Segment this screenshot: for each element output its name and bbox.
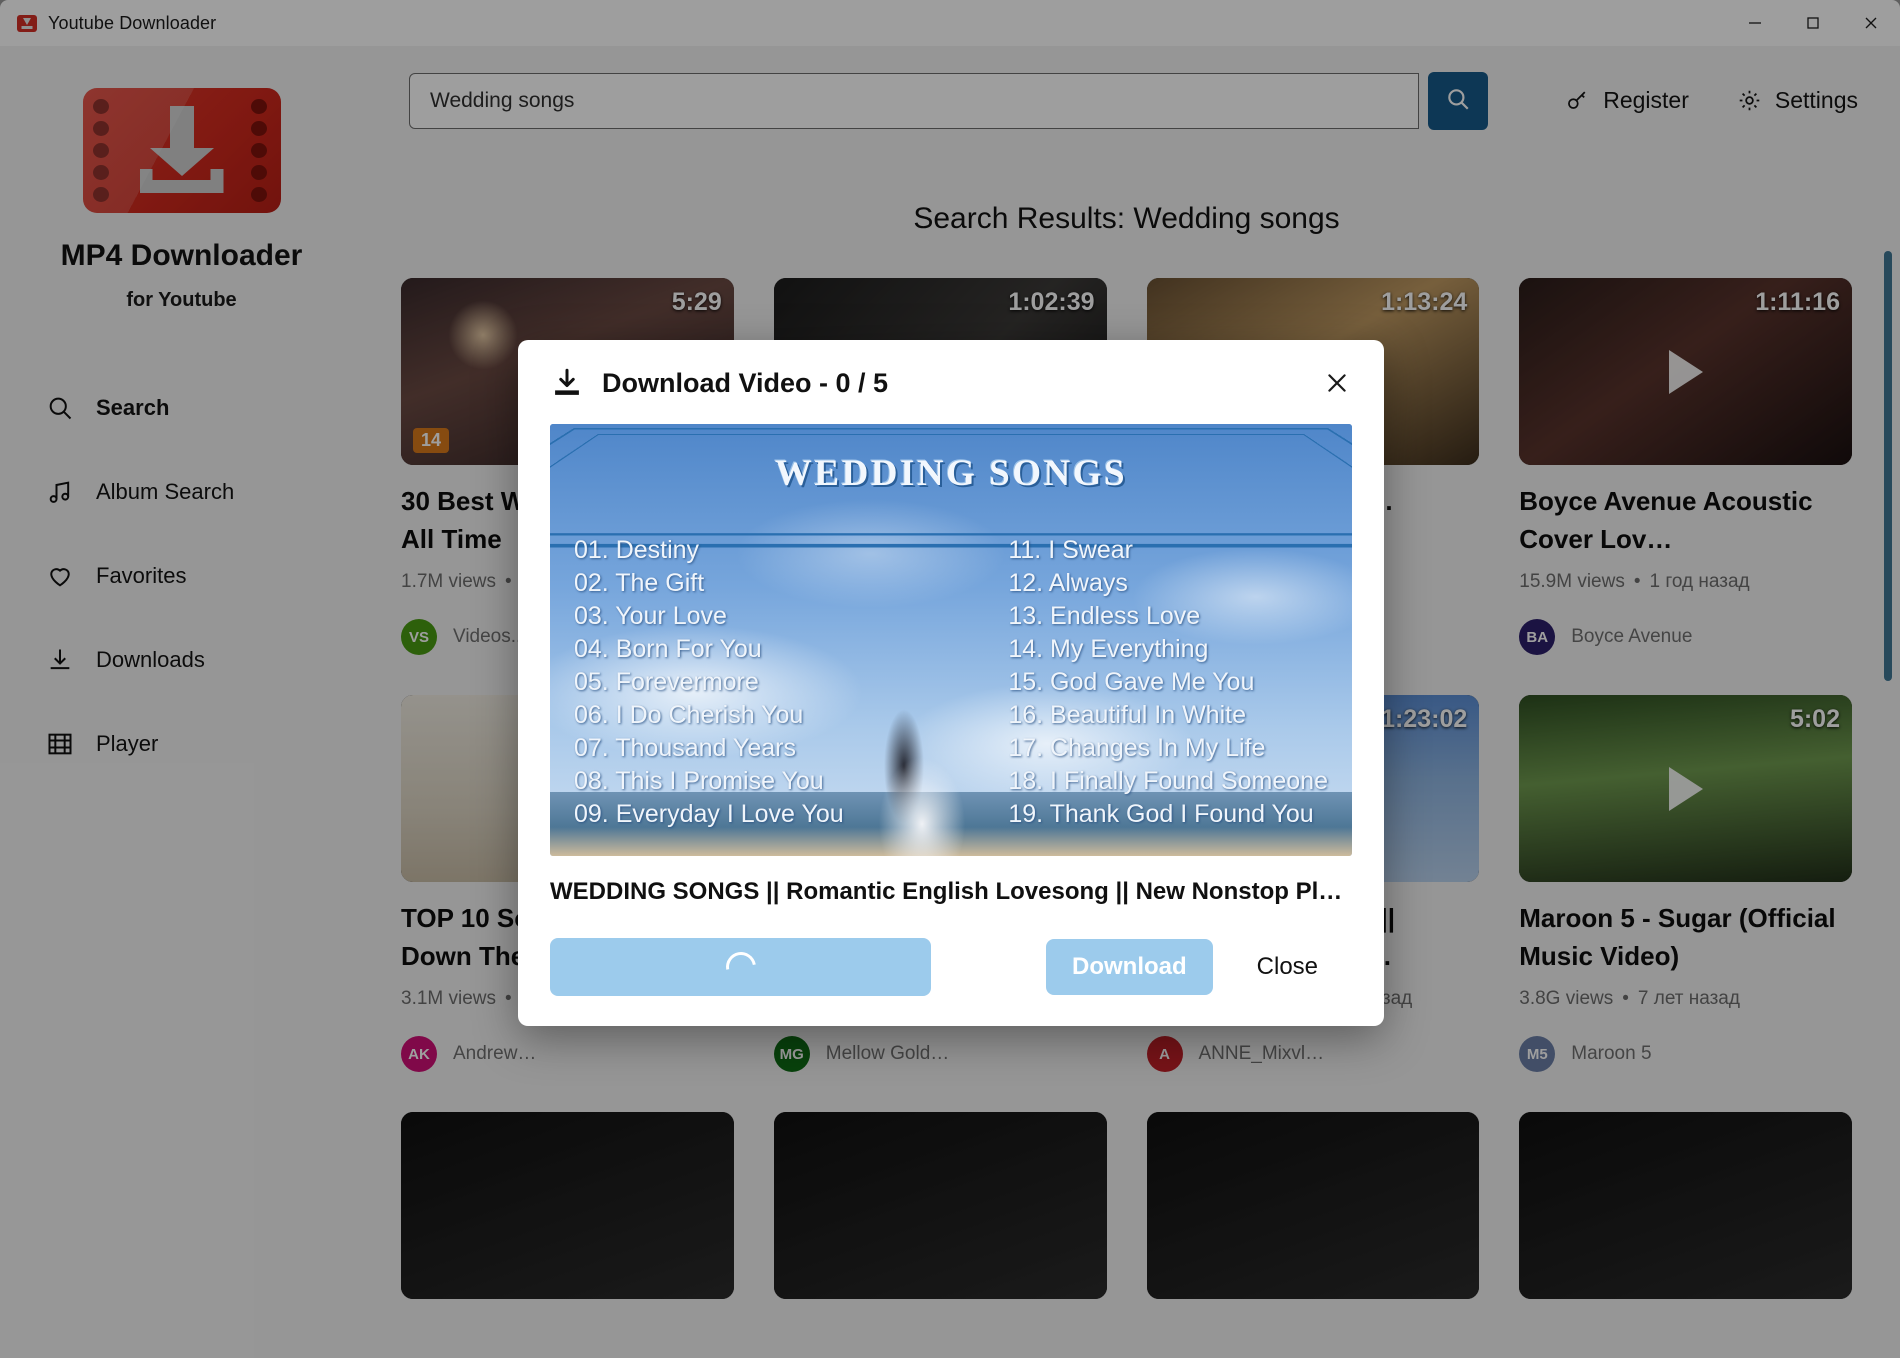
download-tray-icon xyxy=(550,366,584,400)
thumbnail-heading: WEDDING SONGS xyxy=(550,452,1352,495)
download-button[interactable]: Download xyxy=(1046,939,1213,995)
tracklist-item: 15. God Gave Me You xyxy=(1008,666,1328,699)
dialog-title: Download Video - 0 / 5 xyxy=(602,368,888,399)
dialog-actions: Download Close xyxy=(550,938,1352,996)
tracklist-item: 19. Thank God I Found You xyxy=(1008,798,1328,831)
tracklist-item: 13. Endless Love xyxy=(1008,600,1328,633)
dialog-video-title: WEDDING SONGS || Romantic English Loveso… xyxy=(550,878,1352,906)
tracklist-item: 02. The Gift xyxy=(574,567,844,600)
tracklist-item: 01. Destiny xyxy=(574,534,844,567)
tracklist-item: 18. I Finally Found Someone xyxy=(1008,765,1328,798)
tracklist-item: 17. Changes In My Life xyxy=(1008,732,1328,765)
tracklist-item: 11. I Swear xyxy=(1008,534,1328,567)
tracklist-item: 05. Forevermore xyxy=(574,666,844,699)
tracklist-item: 14. My Everything xyxy=(1008,633,1328,666)
close-icon[interactable] xyxy=(1318,364,1356,402)
dialog-video-thumbnail: WEDDING SONGS 01. Destiny02. The Gift03.… xyxy=(550,424,1352,856)
tracklist-item: 07. Thousand Years xyxy=(574,732,844,765)
thumbnail-tracklist-right: 11. I Swear12. Always13. Endless Love14.… xyxy=(1008,534,1328,831)
tracklist-item: 09. Everyday I Love You xyxy=(574,798,844,831)
tracklist-item: 03. Your Love xyxy=(574,600,844,633)
close-button[interactable]: Close xyxy=(1239,939,1336,995)
dialog-header: Download Video - 0 / 5 xyxy=(550,366,1352,400)
download-progress-bar xyxy=(550,938,931,996)
thumbnail-tracklist-left: 01. Destiny02. The Gift03. Your Love04. … xyxy=(574,534,844,831)
tracklist-item: 06. I Do Cherish You xyxy=(574,699,844,732)
tracklist-item: 08. This I Promise You xyxy=(574,765,844,798)
tracklist-item: 04. Born For You xyxy=(574,633,844,666)
thumbnail-couple xyxy=(844,696,994,856)
spinner-icon xyxy=(720,946,762,988)
tracklist-item: 16. Beautiful In White xyxy=(1008,699,1328,732)
download-video-dialog: Download Video - 0 / 5 WEDDING SONGS 01.… xyxy=(518,340,1384,1026)
tracklist-item: 12. Always xyxy=(1008,567,1328,600)
app-window: Youtube Downloader xyxy=(0,0,1900,1358)
